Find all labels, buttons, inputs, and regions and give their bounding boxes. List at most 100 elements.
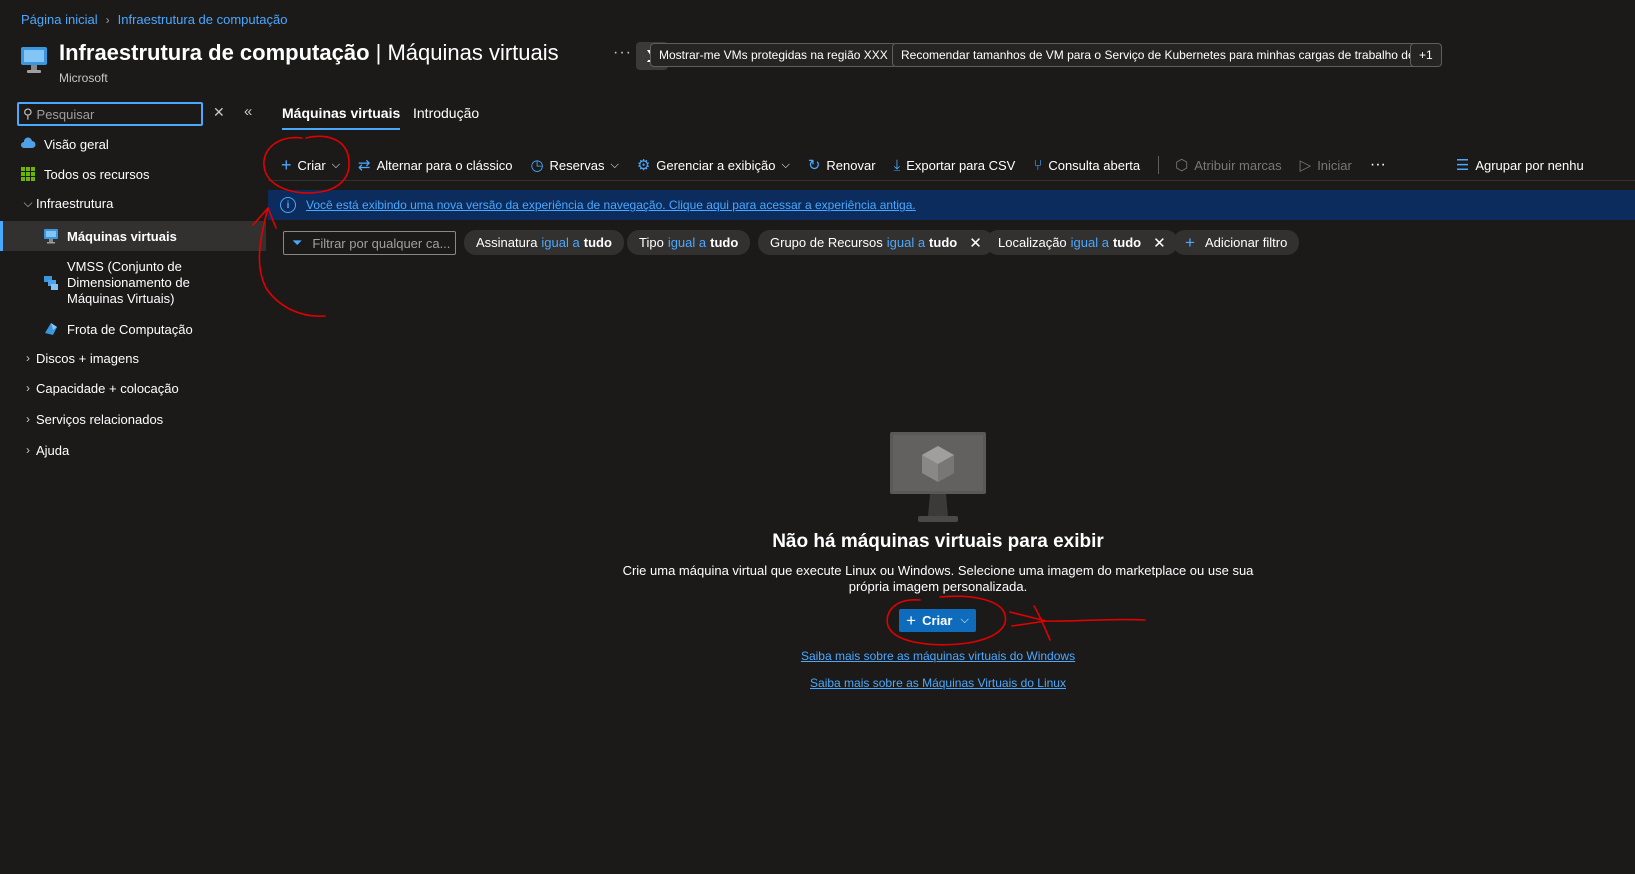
plus-icon: +: [281, 154, 292, 175]
empty-state-description: Crie uma máquina virtual que execute Lin…: [622, 563, 1254, 594]
info-banner: i Você está exibindo uma nova versão da …: [268, 190, 1635, 220]
sidebar-search-input[interactable]: [36, 106, 187, 122]
sidebar-item-virtual-machines[interactable]: Máquinas virtuais: [0, 221, 266, 251]
sidebar-group-disks-images[interactable]: › Discos + imagens: [0, 348, 266, 368]
toolbar-divider-line: [268, 180, 1635, 181]
sidebar-group-help[interactable]: › Ajuda: [0, 440, 266, 460]
filter-pill-resource-group[interactable]: Grupo de Recursos igual a tudo ✕: [758, 230, 994, 255]
chevron-down-icon: ⌵: [23, 195, 33, 210]
sidebar-group-infrastructure[interactable]: ⌵ Infraestrutura: [0, 193, 266, 213]
filter-pill-subscription[interactable]: Assinatura igual a tudo: [464, 230, 624, 255]
more-commands-label: ···: [1369, 156, 1386, 173]
page-title: Infraestrutura de computação | Máquinas …: [59, 40, 559, 66]
sidebar-group-capacity[interactable]: › Capacidade + colocação: [0, 378, 266, 398]
refresh-label: Renovar: [826, 157, 876, 173]
filter-pill-field: Localização: [998, 235, 1067, 250]
sidebar-item-label: Discos + imagens: [36, 350, 139, 366]
plus-icon: +: [906, 610, 917, 630]
clear-search-icon[interactable]: ✕: [213, 104, 225, 121]
sidebar-item-label: Frota de Computação: [67, 321, 193, 337]
switch-classic-button[interactable]: ⇄ Alternar para o clássico: [358, 156, 512, 174]
chevron-down-icon: ⌵: [960, 614, 969, 626]
create-button-label: Criar: [297, 157, 326, 173]
refresh-button[interactable]: ↻ Renovar: [808, 156, 876, 174]
group-by-label: Agrupar por nenhu: [1475, 157, 1584, 173]
filter-pill-type[interactable]: Tipo igual a tudo: [627, 230, 751, 255]
chevron-right-icon: ›: [26, 351, 30, 365]
filter-pill-field: Tipo: [639, 235, 664, 250]
chevron-right-icon: ›: [26, 381, 30, 395]
page-title-main: Infraestrutura de computação: [59, 40, 370, 65]
filter-pill-operator: igual a: [886, 235, 926, 250]
export-csv-button[interactable]: ⤓ Exportar para CSV: [894, 157, 1016, 174]
breadcrumb-current-link[interactable]: Infraestrutura de computação: [118, 12, 288, 27]
chevron-right-icon: ›: [26, 412, 30, 426]
sidebar-group-related-services[interactable]: › Serviços relacionados: [0, 409, 266, 429]
empty-state-create-button[interactable]: + Criar ⌵: [899, 609, 976, 632]
filter-pill-value: tudo: [1112, 235, 1142, 250]
more-commands-button[interactable]: ···: [1370, 156, 1386, 174]
vmss-icon: [44, 276, 58, 290]
suggestion-chip-protected-vms[interactable]: Mostrar-me VMs protegidas na região XXX: [650, 43, 897, 67]
monitor-illustration-icon: [890, 432, 986, 522]
add-filter-button[interactable]: + Adicionar filtro: [1173, 230, 1300, 255]
sidebar-item-overview[interactable]: Visão geral: [0, 134, 266, 154]
collapse-sidebar-icon[interactable]: «: [244, 103, 252, 120]
suggestion-chip-kubernetes-vm-sizes[interactable]: Recomendar tamanhos de VM para o Serviço…: [892, 43, 1439, 67]
toolbar-divider: [1158, 156, 1160, 174]
sidebar-item-label-line: Dimensionamento de: [67, 275, 190, 290]
sidebar-item-label: Ajuda: [36, 442, 70, 458]
switch-classic-label: Alternar para o clássico: [376, 157, 513, 173]
filter-pill-value: tudo: [929, 235, 958, 250]
remove-filter-icon[interactable]: ✕: [1153, 234, 1166, 252]
clock-icon: ◷: [530, 157, 544, 174]
suggestion-chip-more[interactable]: +1: [1410, 43, 1442, 67]
vm-icon: [44, 229, 58, 244]
filter-pill-location[interactable]: Localização igual a tudo ✕: [986, 230, 1178, 255]
remove-filter-icon[interactable]: ✕: [969, 234, 982, 252]
breadcrumb-separator-icon: ›: [105, 12, 110, 27]
sidebar-item-label: Visão geral: [44, 136, 109, 152]
play-icon: ▷: [1299, 157, 1312, 174]
group-by-button[interactable]: ☰ Agrupar por nenhu: [1456, 156, 1584, 174]
sidebar-item-label: Serviços relacionados: [36, 411, 164, 427]
sidebar-item-label: Máquinas virtuais: [67, 228, 177, 244]
filter-pill-operator: igual a: [1070, 235, 1109, 250]
sidebar-item-label: Infraestrutura: [36, 195, 114, 211]
breadcrumb: Página inicial › Infraestrutura de compu…: [21, 12, 287, 27]
sidebar-item-vmss[interactable]: VMSS (Conjunto de Dimensionamento de Máq…: [0, 258, 266, 308]
reservations-button[interactable]: ◷ Reservas ⌵: [530, 156, 618, 174]
learn-windows-vms-link[interactable]: Saiba mais sobre as máquinas virtuais do…: [600, 649, 1276, 663]
sidebar-search-field[interactable]: ⚲: [17, 102, 203, 126]
assign-tags-button[interactable]: ⬡ Atribuir marcas: [1175, 156, 1282, 174]
create-button[interactable]: + Criar ⌵: [281, 155, 340, 176]
filter-pill-operator: igual a: [541, 235, 580, 250]
sidebar-item-label: Capacidade + colocação: [36, 380, 179, 396]
open-query-button[interactable]: ⑂ Consulta aberta: [1033, 157, 1140, 174]
chevron-down-icon: ⌵: [781, 158, 790, 171]
chevron-down-icon: ⌵: [610, 158, 619, 171]
chevron-down-icon: ⌵: [331, 158, 341, 171]
tab-introduction[interactable]: Introdução: [413, 105, 479, 121]
filter-pill-value: tudo: [583, 235, 612, 250]
learn-linux-vms-link[interactable]: Saiba mais sobre as Máquinas Virtuais do…: [600, 676, 1276, 690]
manage-view-button[interactable]: ⚙ Gerenciar a exibição ⌵: [637, 156, 790, 174]
sidebar-item-all-resources[interactable]: Todos os recursos: [0, 164, 266, 184]
compute-infrastructure-icon: [21, 47, 47, 73]
filter-icon: ⏷: [292, 235, 303, 250]
refresh-icon: ↻: [807, 157, 821, 174]
reservations-label: Reservas: [549, 157, 605, 173]
start-button[interactable]: ▷ Iniciar: [1300, 156, 1352, 174]
red-annotation-overlay: [252, 135, 1146, 646]
header-more-button[interactable]: ···: [613, 44, 632, 62]
filter-field[interactable]: ⏷ Filtrar por qualquer ca...: [283, 231, 456, 255]
breadcrumb-home-link[interactable]: Página inicial: [21, 12, 98, 27]
chevron-right-icon: ›: [26, 443, 30, 457]
tab-virtual-machines[interactable]: Máquinas virtuais: [282, 105, 401, 130]
sidebar-item-compute-fleet[interactable]: Frota de Computação: [0, 319, 266, 339]
command-bar: + Criar ⌵ ⇄ Alternar para o clássico ◷ R…: [281, 150, 1584, 180]
classic-experience-link[interactable]: Você está exibindo uma nova versão da ex…: [306, 198, 916, 212]
assign-tags-label: Atribuir marcas: [1194, 157, 1282, 173]
filter-pill-operator: igual a: [667, 235, 707, 250]
sidebar-item-label: Todos os recursos: [44, 166, 150, 182]
